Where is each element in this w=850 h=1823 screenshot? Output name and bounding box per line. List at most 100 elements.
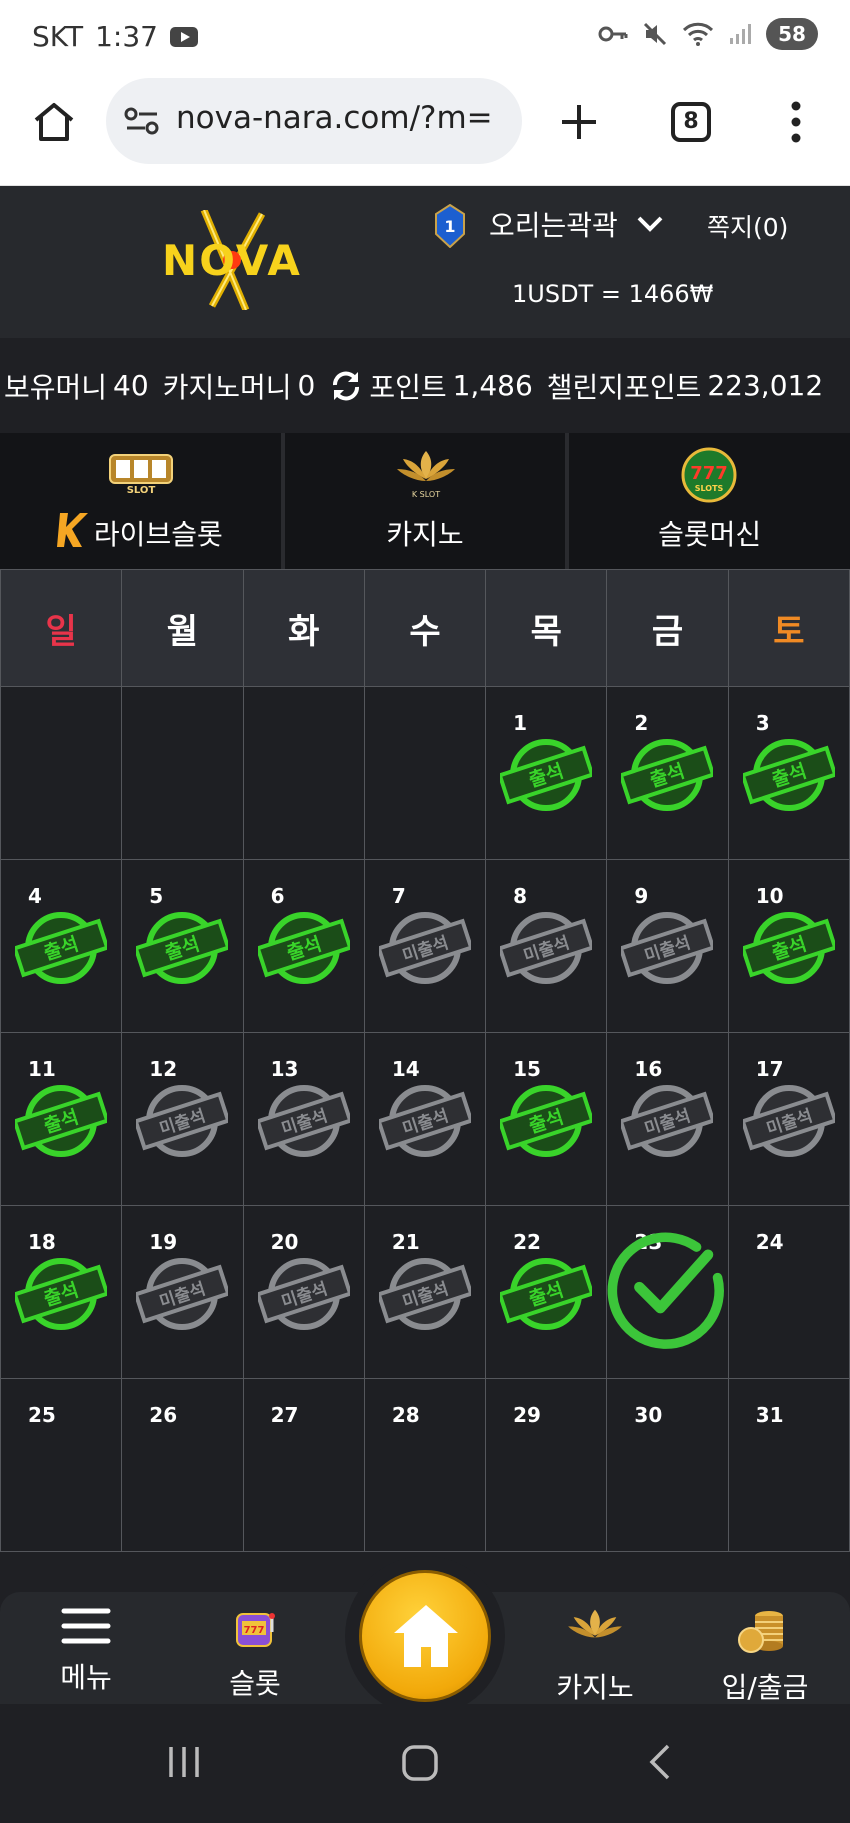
calendar-day-cell[interactable]: 미출석 19 <box>121 1205 244 1379</box>
nav-deposit-withdraw[interactable]: 입/출금 <box>705 1606 825 1706</box>
challenge-point-label: 챌린지포인트 <box>546 370 702 404</box>
day-number: 12 <box>149 1057 178 1081</box>
day-number: 25 <box>28 1403 56 1427</box>
clock: 1:37 <box>95 20 158 53</box>
calendar-day-cell[interactable]: 미출석 7 <box>363 859 487 1033</box>
nav-casino[interactable]: 카지노 <box>535 1606 655 1706</box>
day-number: 6 <box>270 884 285 908</box>
new-tab-icon[interactable] <box>559 102 599 142</box>
calendar-day-cell[interactable]: 출석 2 <box>606 686 729 860</box>
challenge-point-value: 223,012 <box>707 369 824 402</box>
tab-switcher-button[interactable]: 8 <box>671 102 711 142</box>
calendar-day-cell[interactable]: 미출석 14 <box>363 1032 487 1206</box>
svg-text:777: 777 <box>691 463 729 484</box>
day-number: 14 <box>391 1057 420 1081</box>
calendar-day-cell[interactable]: 미출석 16 <box>606 1032 729 1206</box>
777-slots-icon: 777SLOTS <box>681 447 737 503</box>
day-number: 9 <box>634 884 649 908</box>
calendar-day-cell[interactable]: 25 <box>0 1378 123 1552</box>
house-icon <box>394 1605 458 1667</box>
k-slot-lotus-icon: K SLOT <box>396 451 455 499</box>
attendance-stamp-present: 출석 <box>15 1085 107 1157</box>
tab-slot-machine[interactable]: 777 SLOTS 슬롯머신 <box>569 433 850 569</box>
calendar-day-cell[interactable]: 23 <box>606 1205 729 1379</box>
attendance-stamp-present: 출석 <box>15 1258 107 1330</box>
calendar-day-cell[interactable]: 미출석 13 <box>242 1032 365 1206</box>
weekday-header: 일 <box>0 569 123 687</box>
calendar-day-cell[interactable]: 미출석 21 <box>363 1205 487 1379</box>
calendar-day-cell[interactable]: 26 <box>121 1378 244 1552</box>
calendar-day-cell[interactable]: 24 <box>727 1205 850 1379</box>
nav-menu[interactable]: 메뉴 <box>26 1606 146 1696</box>
nav-menu-label: 메뉴 <box>60 1661 112 1694</box>
attendance-stamp-present: 출석 <box>257 912 350 984</box>
attendance-stamp-absent: 미출석 <box>136 1085 229 1157</box>
calendar-day-cell[interactable]: 출석 11 <box>0 1032 123 1206</box>
nav-deposit-label: 입/출금 <box>721 1671 809 1704</box>
home-icon[interactable] <box>32 100 76 144</box>
calendar-day-cell[interactable]: 27 <box>242 1378 365 1552</box>
calendar-day-cell[interactable]: 29 <box>485 1378 608 1552</box>
battery-indicator: 58 <box>766 18 818 50</box>
calendar-week-row: 출석 18 미출석 19 미출석 20 미출석 21 출석 22 23 24 <box>0 1205 850 1379</box>
calendar-day-cell[interactable]: 출석 22 <box>485 1205 608 1379</box>
back-icon[interactable] <box>646 1742 674 1782</box>
calendar-day-cell[interactable]: 미출석 9 <box>606 859 729 1033</box>
url-text: nova-nara.com/?m= <box>176 100 493 136</box>
attendance-stamp-absent: 미출석 <box>378 1258 471 1330</box>
attendance-calendar: 일월화수목금토 출석 1 출석 2 출석 3 출석 4 출석 5 출석 6 미출석 7 미출석 8 미출석 9 출석… <box>0 569 850 1552</box>
calendar-day-cell[interactable]: 출석 18 <box>0 1205 123 1379</box>
attendance-stamp-absent: 미출석 <box>136 1258 229 1330</box>
calendar-day-cell[interactable]: 미출석 17 <box>727 1032 850 1206</box>
refresh-icon[interactable] <box>329 369 363 403</box>
calendar-day-cell[interactable]: 31 <box>727 1378 850 1552</box>
attendance-stamp-present: 출석 <box>500 1085 593 1157</box>
chevron-down-icon[interactable] <box>636 214 664 234</box>
casino-money-value: 0 <box>297 369 316 402</box>
address-bar[interactable]: nova-nara.com/?m= <box>106 78 522 164</box>
calendar-day-cell[interactable]: 28 <box>363 1378 487 1552</box>
messages-link[interactable]: 쪽지(0) <box>707 208 788 244</box>
day-number: 20 <box>270 1230 299 1254</box>
calendar-day-cell[interactable]: 출석 3 <box>727 686 850 860</box>
holding-money-value: 40 <box>113 369 149 402</box>
day-number: 21 <box>391 1230 420 1254</box>
calendar-day-cell[interactable]: 미출석 20 <box>242 1205 365 1379</box>
svg-text:K SLOT: K SLOT <box>412 490 440 499</box>
calendar-empty-cell <box>242 686 365 860</box>
weekday-header: 수 <box>363 569 487 687</box>
calendar-day-cell[interactable]: 출석 15 <box>485 1032 608 1206</box>
nav-slot[interactable]: 777 슬롯 <box>195 1606 315 1702</box>
attendance-stamp-absent: 미출석 <box>742 1085 835 1157</box>
day-number: 19 <box>149 1230 178 1254</box>
calendar-day-cell[interactable]: 출석 1 <box>485 686 608 860</box>
day-number: 1 <box>513 711 528 735</box>
today-check-icon <box>608 1232 725 1349</box>
calendar-day-cell[interactable]: 미출석 8 <box>485 859 608 1033</box>
calendar-day-cell[interactable]: 출석 4 <box>0 859 123 1033</box>
site-settings-icon[interactable] <box>124 106 160 136</box>
day-number: 2 <box>634 711 649 735</box>
more-menu-icon[interactable] <box>786 100 806 144</box>
signal-icon <box>730 24 751 44</box>
day-number: 11 <box>28 1057 56 1081</box>
nav-slot-label: 슬롯 <box>229 1667 281 1700</box>
calendar-day-cell[interactable]: 출석 6 <box>242 859 365 1033</box>
user-name[interactable]: 오리는곽곽 <box>489 204 618 244</box>
home-nav-icon[interactable] <box>401 1744 439 1782</box>
recent-apps-icon[interactable] <box>166 1744 202 1780</box>
calendar-day-cell[interactable]: 30 <box>606 1378 729 1552</box>
weekday-header: 목 <box>485 569 608 687</box>
calendar-day-cell[interactable]: 출석 10 <box>727 859 850 1033</box>
home-button[interactable] <box>359 1570 491 1702</box>
nova-logo[interactable]: NOVA <box>142 210 322 310</box>
weekday-header: 토 <box>727 569 850 687</box>
calendar-day-cell[interactable]: 출석 5 <box>121 859 244 1033</box>
tab-casino[interactable]: K SLOT 카지노 <box>284 433 570 569</box>
day-number: 27 <box>270 1403 299 1427</box>
calendar-day-cell[interactable]: 미출석 12 <box>121 1032 244 1206</box>
point-value: 1,486 <box>452 369 533 402</box>
casino-money-label: 카지노머니 <box>162 370 292 404</box>
svg-text:SLOTS: SLOTS <box>695 484 724 493</box>
tab-live-slot[interactable]: SLOT 라이브슬롯 <box>0 433 285 569</box>
